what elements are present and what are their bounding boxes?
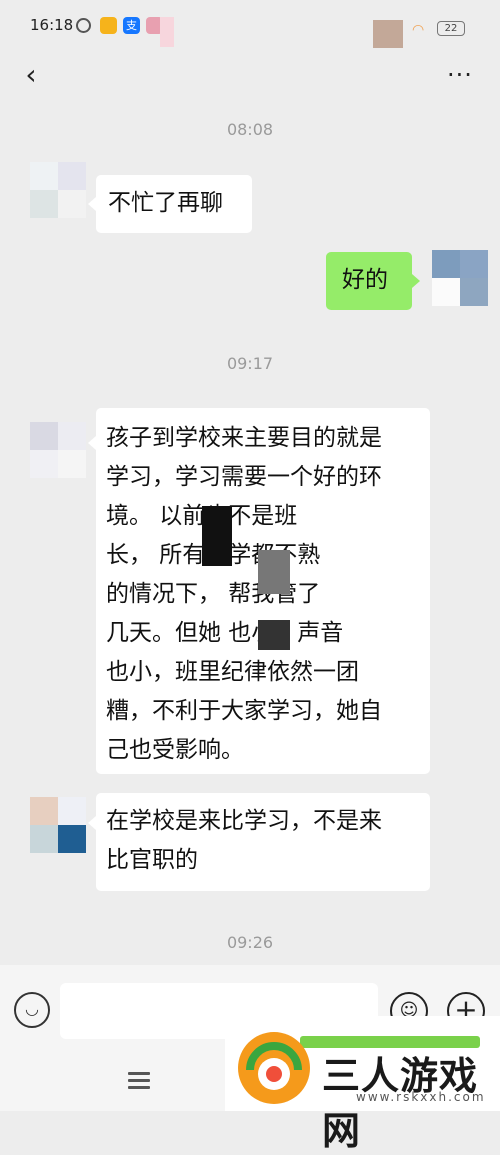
alarm-icon xyxy=(76,18,91,33)
redaction-block xyxy=(202,506,232,566)
message-line: 在学校是来比学习，不是来 xyxy=(106,808,382,834)
message-line: 境。 以前也不是班 xyxy=(106,503,297,529)
message-line: 孩子到学校来主要目的就是 xyxy=(106,425,382,451)
notes-app-icon xyxy=(100,17,117,34)
contact-avatar[interactable] xyxy=(30,797,86,853)
contact-avatar[interactable] xyxy=(30,422,86,478)
redaction-block xyxy=(258,620,290,650)
bubble-tail xyxy=(412,274,420,288)
timestamp: 09:17 xyxy=(226,354,274,373)
wifi-icon: ◠ xyxy=(412,22,425,38)
alipay-icon: 支 xyxy=(123,17,140,34)
back-icon[interactable]: ‹ xyxy=(14,56,48,94)
message-bubble-outgoing[interactable]: 好的 xyxy=(326,252,412,310)
watermark-logo xyxy=(238,1032,310,1104)
my-avatar[interactable] xyxy=(432,250,488,306)
bubble-tail xyxy=(88,197,96,211)
bubble-tail xyxy=(88,816,96,830)
message-line: 也小，班里纪律依然一团 xyxy=(106,659,359,685)
timestamp: 08:08 xyxy=(226,120,274,139)
message-line: 学习，学习需要一个好的环 xyxy=(106,464,382,490)
bubble-tail xyxy=(88,436,96,450)
message-line: 己也受影响。 xyxy=(106,737,244,763)
blurred-status-icon xyxy=(373,20,403,48)
message-bubble-incoming[interactable]: 不忙了再聊 xyxy=(96,175,252,233)
blurred-notification-icon xyxy=(160,17,174,47)
more-options-icon[interactable]: ··· xyxy=(440,58,480,92)
menu-icon[interactable] xyxy=(128,1072,150,1090)
status-time: 16:18 xyxy=(30,16,74,34)
timestamp: 09:26 xyxy=(226,933,274,952)
message-line: 比官职的 xyxy=(106,847,198,873)
status-bar: 16:18 支 ◠ 22 xyxy=(0,0,500,50)
message-text: 好的 xyxy=(342,267,388,293)
message-bubble-incoming[interactable]: 在学校是来比学习，不是来 比官职的 xyxy=(96,793,430,891)
redaction-block xyxy=(258,550,290,594)
battery-icon: 22 xyxy=(437,21,465,36)
message-line: 糟，不利于大家学习，她自 xyxy=(106,698,382,724)
message-text: 不忙了再聊 xyxy=(108,190,223,216)
voice-input-button[interactable]: ◡ xyxy=(14,992,50,1028)
watermark-url: www.rskxxh.com xyxy=(356,1090,486,1104)
contact-avatar[interactable] xyxy=(30,162,86,218)
